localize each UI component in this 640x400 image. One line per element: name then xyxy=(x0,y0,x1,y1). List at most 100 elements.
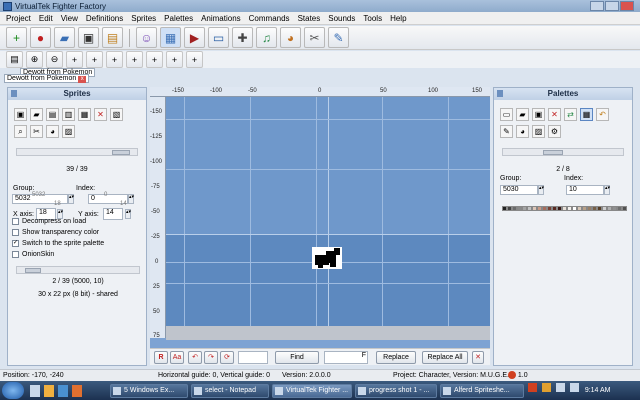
palette-apply-icon[interactable]: ◕ xyxy=(46,125,59,138)
transparency-checkbox[interactable]: Show transparency color xyxy=(12,229,99,236)
delete-sprite-icon[interactable]: ✕ xyxy=(94,108,107,121)
pin-icon[interactable] xyxy=(497,90,503,97)
sprite-image[interactable] xyxy=(312,247,342,269)
pin-icon[interactable] xyxy=(11,90,17,97)
axis-right-icon[interactable]: + xyxy=(166,51,183,68)
delete-palette-icon[interactable]: ✕ xyxy=(548,108,561,121)
save-palette-icon[interactable]: ▣ xyxy=(532,108,545,121)
palette-settings-icon[interactable]: ⚙ xyxy=(548,125,561,138)
save-all-icon[interactable]: ▤ xyxy=(102,27,123,48)
switch-palette-checkbox[interactable]: ✓ Switch to the sprite palette xyxy=(12,240,104,247)
axis-topright-icon[interactable]: + xyxy=(106,51,123,68)
warning-icon[interactable] xyxy=(508,371,516,379)
onionskin-checkbox[interactable]: OnionSkin xyxy=(12,251,54,258)
menu-sprites[interactable]: Sprites xyxy=(127,14,160,23)
menu-view[interactable]: View xyxy=(57,14,82,23)
swap-palette-icon[interactable]: ⇄ xyxy=(564,108,577,121)
tray-icon[interactable] xyxy=(541,383,551,392)
volume-icon[interactable] xyxy=(569,383,579,392)
find-input[interactable] xyxy=(238,351,268,364)
palette-index-input[interactable]: 10 xyxy=(566,185,604,195)
maximize-button[interactable] xyxy=(605,1,619,11)
image-icon[interactable]: ▨ xyxy=(62,125,75,138)
onionskin-slider[interactable] xyxy=(16,266,140,274)
menu-project[interactable]: Project xyxy=(2,14,35,23)
replace-button[interactable]: Replace xyxy=(376,351,416,364)
quicklaunch-icon[interactable] xyxy=(30,385,40,397)
decompress-checkbox[interactable]: Decompress on load xyxy=(12,218,86,225)
open-sprite-icon[interactable]: ▰ xyxy=(30,108,43,121)
menu-commands[interactable]: Commands xyxy=(245,14,294,23)
checkbox-box[interactable] xyxy=(12,218,19,225)
clock[interactable]: 9:14 AM xyxy=(585,387,611,394)
close-button[interactable] xyxy=(620,1,634,11)
checkbox-box-checked[interactable]: ✓ xyxy=(12,240,19,247)
undo-palette-icon[interactable]: ↶ xyxy=(596,108,609,121)
checkbox-box[interactable] xyxy=(12,251,19,258)
menu-definitions[interactable]: Definitions xyxy=(82,14,127,23)
regex-toggle-icon[interactable]: R xyxy=(154,351,168,364)
menu-sounds[interactable]: Sounds xyxy=(324,14,359,23)
yaxis-spinner[interactable]: ▴▾ xyxy=(125,209,131,219)
taskbar-item[interactable]: select - Notepad xyxy=(191,384,269,398)
sprite-workspace[interactable]: -150 -100 -50 0 50 100 150 -150 -125 -10… xyxy=(150,87,490,348)
scrollbar-thumb[interactable] xyxy=(543,150,563,155)
minimize-button[interactable] xyxy=(590,1,604,11)
replace-input[interactable]: F xyxy=(324,351,368,364)
palette-group-input[interactable]: 5030 xyxy=(500,185,538,195)
find-button[interactable]: Find xyxy=(275,351,319,364)
axis-topleft-icon[interactable]: + xyxy=(66,51,83,68)
import-sprite-icon[interactable]: ▥ xyxy=(62,108,75,121)
tools-icon[interactable]: ✂ xyxy=(304,27,325,48)
taskbar-item[interactable]: Alferd Spriteshe... xyxy=(440,384,524,398)
apply-palette-icon[interactable]: ▨ xyxy=(532,125,545,138)
axis-left-icon[interactable]: + xyxy=(126,51,143,68)
index-spinner[interactable]: ▴▾ xyxy=(128,194,134,204)
sounds-icon[interactable]: ♫ xyxy=(256,27,277,48)
palette-swatch[interactable] xyxy=(622,206,627,211)
palette-grid-icon[interactable]: ▦ xyxy=(580,108,593,121)
slider-thumb[interactable] xyxy=(25,268,41,273)
palette-swatches[interactable] xyxy=(502,206,628,211)
undo-icon[interactable]: ↶ xyxy=(188,351,202,364)
canvas-hscroll[interactable] xyxy=(166,326,490,340)
taskbar-item[interactable]: 5 Windows Ex... xyxy=(110,384,188,398)
commands-icon[interactable]: ▭ xyxy=(208,27,229,48)
new-project-icon[interactable]: + xyxy=(6,27,27,48)
save-sprite-icon[interactable]: ▣ xyxy=(14,108,27,121)
network-icon[interactable] xyxy=(555,383,565,392)
close-project-icon[interactable]: ● xyxy=(30,27,51,48)
replace-all-button[interactable]: Replace All xyxy=(422,351,468,364)
taskbar-item[interactable]: progress shot 1 - ... xyxy=(355,384,437,398)
characters-icon[interactable]: ☺ xyxy=(136,27,157,48)
group-spinner[interactable]: ▴▾ xyxy=(68,194,74,204)
axis-bottom-icon[interactable]: + xyxy=(186,51,203,68)
export-sprite-icon[interactable]: ▤ xyxy=(46,108,59,121)
redo-icon[interactable]: ↷ xyxy=(204,351,218,364)
start-button[interactable] xyxy=(2,382,24,399)
sprites-icon[interactable]: ▦ xyxy=(160,27,181,48)
menu-help[interactable]: Help xyxy=(386,14,410,23)
close-tab-icon[interactable]: x xyxy=(78,76,87,83)
palette-index-spinner[interactable]: ▴▾ xyxy=(604,185,610,195)
menu-animations[interactable]: Animations xyxy=(197,14,245,23)
save-icon[interactable]: ▣ xyxy=(78,27,99,48)
palette-group-spinner[interactable]: ▴▾ xyxy=(538,185,544,195)
states-icon[interactable]: ✚ xyxy=(232,27,253,48)
crop-icon[interactable]: ✂ xyxy=(30,125,43,138)
horizontal-guide[interactable] xyxy=(166,234,490,235)
palette-icon[interactable]: ◕ xyxy=(280,27,301,48)
open-palette-icon[interactable]: ▰ xyxy=(516,108,529,121)
yaxis-input[interactable]: 14 xyxy=(103,208,123,220)
color-picker-icon[interactable]: ◕ xyxy=(516,125,529,138)
menu-edit[interactable]: Edit xyxy=(35,14,57,23)
menu-states[interactable]: States xyxy=(294,14,325,23)
sprites-scrollbar[interactable] xyxy=(16,148,138,156)
eyedropper-icon[interactable]: ✎ xyxy=(500,125,513,138)
axis-center-icon[interactable]: + xyxy=(146,51,163,68)
axis-top-icon[interactable]: + xyxy=(86,51,103,68)
scrollbar-thumb[interactable] xyxy=(112,150,130,155)
checkbox-box[interactable] xyxy=(12,229,19,236)
menu-palettes[interactable]: Palettes xyxy=(160,14,197,23)
tray-icon[interactable] xyxy=(528,383,537,392)
